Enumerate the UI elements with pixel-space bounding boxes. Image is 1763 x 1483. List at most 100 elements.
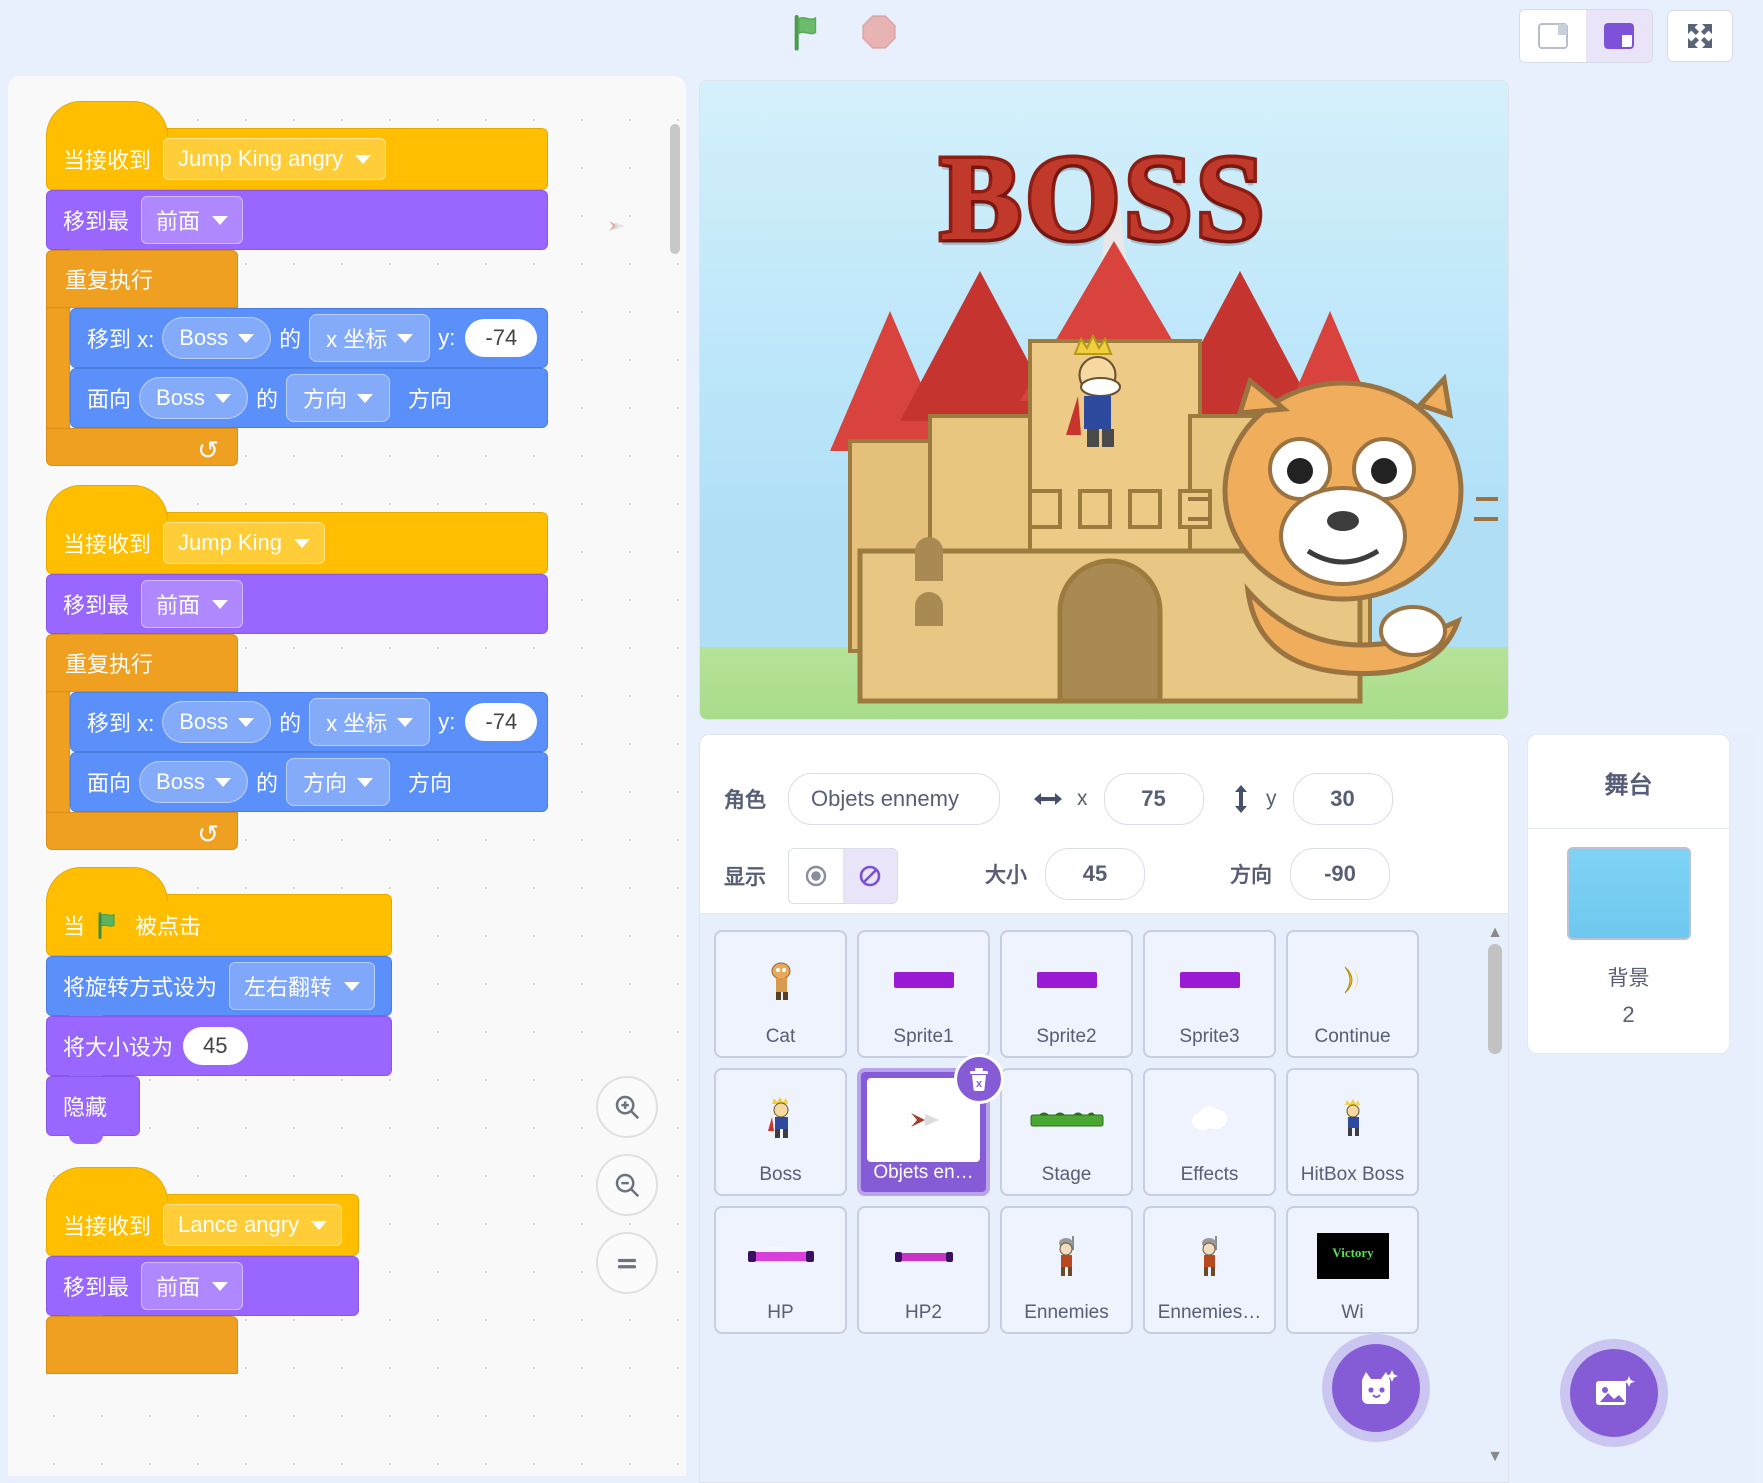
- y-input[interactable]: -74: [465, 319, 538, 357]
- when-flag-clicked-hat-block[interactable]: 当 被点击: [46, 867, 393, 956]
- chevron-down-icon: [397, 333, 414, 343]
- code-workspace[interactable]: 当接收到 Jump King angry 移到最 前面 重复执行 移到 x: B…: [8, 76, 686, 1476]
- forever-label-row: 重复执行: [46, 250, 238, 308]
- sprite-reporter-dropdown[interactable]: Boss: [139, 377, 248, 419]
- green-flag-icon[interactable]: [790, 12, 830, 52]
- scrollbar-thumb[interactable]: [1488, 944, 1502, 1054]
- boss-title-text: BOSS: [937, 128, 1268, 270]
- sprite-tile[interactable]: x Objets en…: [857, 1054, 1004, 1196]
- script-jump-king[interactable]: 当接收到 Jump King 移到最 前面 重复执行 移到 x: Boss 的 …: [46, 485, 549, 850]
- sprite-reporter-dropdown[interactable]: Boss: [139, 761, 248, 803]
- script-when-flag-clicked[interactable]: 当 被点击 将旋转方式设为 左右翻转 将大小设为 45 隐藏: [46, 867, 393, 1144]
- property-dropdown[interactable]: 方向: [285, 758, 390, 806]
- stop-sign-icon[interactable]: [860, 13, 898, 51]
- property-dropdown[interactable]: x 坐标: [309, 698, 431, 746]
- add-backdrop-button[interactable]: [1570, 1349, 1658, 1437]
- stage-card[interactable]: 舞台 背景 2: [1527, 734, 1730, 1054]
- pink-bar-thumb: Scratch: [722, 1214, 839, 1298]
- sprite-tile[interactable]: Effects: [1143, 1068, 1276, 1196]
- sprite-tile[interactable]: Stage: [1000, 1068, 1133, 1196]
- property-dropdown[interactable]: 方向: [285, 374, 390, 422]
- sprite-list-scrollbar[interactable]: ▲ ▼: [1486, 924, 1504, 1474]
- delete-sprite-button[interactable]: x: [954, 1054, 1004, 1104]
- sprite-tile[interactable]: Sprite3: [1143, 930, 1276, 1058]
- y-label: y:: [438, 709, 456, 734]
- layer-dropdown[interactable]: 前面: [141, 196, 244, 244]
- set-rotation-style-block[interactable]: 将旋转方式设为 左右翻转: [46, 956, 393, 1024]
- size-input[interactable]: 45: [183, 1027, 248, 1065]
- scroll-down-icon[interactable]: ▼: [1486, 1448, 1504, 1466]
- chevron-down-icon: [214, 777, 231, 787]
- go-to-layer-block[interactable]: 移到最 前面: [46, 1256, 360, 1324]
- message-dropdown[interactable]: Lance angry: [163, 1204, 343, 1246]
- go-to-layer-block[interactable]: 移到最 前面: [46, 190, 549, 258]
- scroll-up-icon[interactable]: ▲: [1486, 924, 1504, 942]
- point-towards-block[interactable]: 面向 Boss 的 方向 方向: [70, 752, 549, 812]
- sprite-tile[interactable]: Sprite1: [857, 930, 990, 1058]
- y-label: y:: [438, 325, 456, 350]
- sprite-reporter-dropdown[interactable]: Boss: [162, 317, 272, 359]
- sprite-tile[interactable]: Boss: [714, 1068, 847, 1196]
- sprite-tile[interactable]: HitBox Boss: [1286, 1068, 1419, 1196]
- sprite-tile[interactable]: Ennemies…: [1143, 1206, 1276, 1334]
- green-flag-icon: [98, 912, 115, 939]
- visibility-label: 显示: [724, 866, 766, 889]
- chevron-down-icon: [356, 777, 373, 787]
- large-stage-button[interactable]: [1586, 10, 1652, 62]
- y-label: y: [1266, 787, 1277, 810]
- sprite-tile[interactable]: Sprite2: [1000, 930, 1133, 1058]
- add-sprite-button[interactable]: [1332, 1344, 1420, 1432]
- sprite-visibility-row: 显示: [724, 848, 898, 904]
- zoom-out-button[interactable]: [596, 1154, 658, 1216]
- forever-loop-block[interactable]: 重复执行 移到 x: Boss 的 x 坐标 y: -74 面向 Boss 的 …: [46, 250, 549, 466]
- go-to-xy-block[interactable]: 移到 x: Boss 的 x 坐标 y: -74: [70, 692, 549, 752]
- show-sprite-button[interactable]: [789, 849, 843, 903]
- small-stage-button[interactable]: [1520, 10, 1586, 62]
- go-to-xy-label: 移到 x:: [87, 711, 155, 736]
- when-receive-hat-block[interactable]: 当接收到 Lance angry: [46, 1167, 360, 1256]
- point-towards-block[interactable]: 面向 Boss 的 方向 方向: [70, 368, 549, 428]
- when-receive-hat-block[interactable]: 当接收到 Jump King: [46, 485, 549, 574]
- sprite-tile[interactable]: Scratch HP: [714, 1206, 847, 1334]
- y-input[interactable]: -74: [465, 703, 538, 741]
- go-to-layer-block[interactable]: 移到最 前面: [46, 574, 549, 642]
- set-size-block[interactable]: 将大小设为 45: [46, 1016, 393, 1084]
- layer-dropdown[interactable]: 前面: [141, 580, 244, 628]
- size-input[interactable]: 45: [1045, 848, 1145, 900]
- layer-dropdown[interactable]: 前面: [141, 1262, 244, 1310]
- script-lance-angry[interactable]: 当接收到 Lance angry 移到最 前面: [46, 1167, 360, 1374]
- zoom-in-button[interactable]: [596, 1076, 658, 1138]
- hide-sprite-button[interactable]: [843, 849, 897, 903]
- workspace-vertical-scrollbar[interactable]: [670, 124, 680, 254]
- forever-label: 重复执行: [65, 268, 154, 293]
- sprite-name-input[interactable]: Objets ennemy: [788, 773, 1000, 825]
- sprite-tile-name: HitBox Boss: [1300, 1164, 1405, 1185]
- direction-input[interactable]: -90: [1290, 848, 1390, 900]
- sprite-tile[interactable]: Cat: [714, 930, 847, 1058]
- sprite-tile[interactable]: Continue: [1286, 930, 1419, 1058]
- sprite-tile[interactable]: Ennemies: [1000, 1206, 1133, 1334]
- white-cloud-thumb: [1151, 1076, 1268, 1160]
- y-input[interactable]: 30: [1292, 773, 1393, 825]
- x-input[interactable]: 75: [1103, 773, 1204, 825]
- add-sprite-cat-icon: [1362, 1370, 1398, 1404]
- sprite-tile[interactable]: HP2: [857, 1206, 990, 1334]
- property-dropdown[interactable]: x 坐标: [309, 314, 431, 362]
- sprite-reporter-dropdown[interactable]: Boss: [162, 701, 272, 743]
- fullscreen-button[interactable]: [1667, 10, 1733, 62]
- hitbox-king-thumb: [1294, 1076, 1411, 1160]
- message-dropdown[interactable]: Jump King: [163, 522, 325, 564]
- hide-block[interactable]: 隐藏: [46, 1076, 140, 1144]
- forever-loop-block[interactable]: 重复执行 移到 x: Boss 的 x 坐标 y: -74 面向 Boss 的 …: [46, 634, 549, 850]
- script-jump-king-angry[interactable]: 当接收到 Jump King angry 移到最 前面 重复执行 移到 x: B…: [46, 101, 549, 466]
- message-dropdown[interactable]: Jump King angry: [163, 138, 387, 180]
- stage-backdrop-thumbnail[interactable]: [1566, 847, 1691, 940]
- go-to-xy-block[interactable]: 移到 x: Boss 的 x 坐标 y: -74: [70, 308, 549, 368]
- rotation-style-dropdown[interactable]: 左右翻转: [229, 962, 376, 1010]
- zoom-reset-button[interactable]: [596, 1232, 658, 1294]
- when-receive-hat-block[interactable]: 当接收到 Jump King angry: [46, 101, 549, 190]
- sprite-tile[interactable]: Victory Wi: [1286, 1206, 1419, 1334]
- stage-canvas[interactable]: BOSS: [699, 80, 1509, 720]
- sprite-y-row: y 30: [1230, 773, 1393, 825]
- cat-thumb: [722, 938, 839, 1022]
